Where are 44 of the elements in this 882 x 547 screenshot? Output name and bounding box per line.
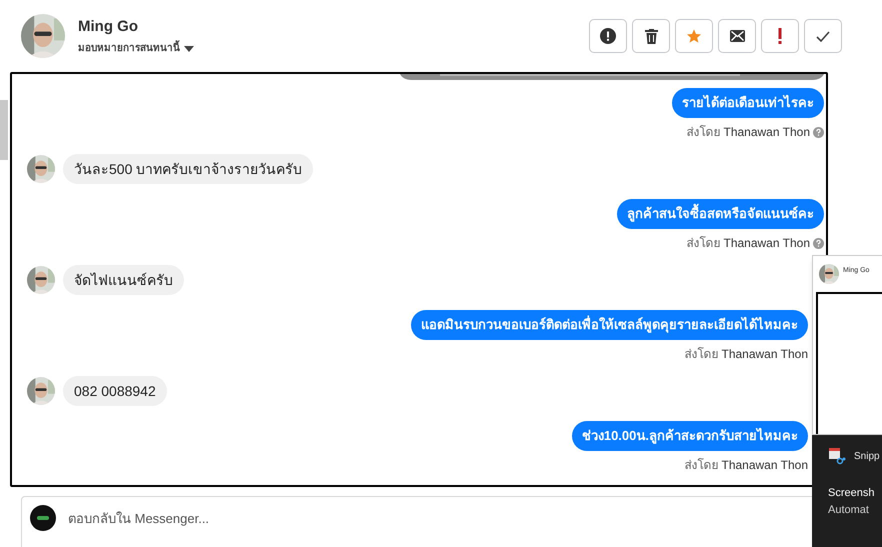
mail-icon <box>730 30 744 42</box>
page-avatar <box>30 505 56 531</box>
sent-by-label: ส่งโดย <box>684 458 718 472</box>
customer-avatar <box>27 266 55 294</box>
check-button[interactable] <box>804 19 842 53</box>
outgoing-message: รายได้ต่อเดือนเท่าไรคะ <box>672 88 824 118</box>
sender-name: Thanawan Thon <box>723 125 810 139</box>
star-icon <box>686 28 702 44</box>
outgoing-message: ช่วง10.00น.ลูกค้าสะดวกรับสายไหมคะ <box>572 421 808 451</box>
sender-name: Thanawan Thon <box>723 236 810 250</box>
trash-button[interactable] <box>632 19 670 53</box>
sender-name: Thanawan Thon <box>721 347 808 361</box>
alert-icon <box>600 28 616 44</box>
reply-input[interactable]: ตอบกลับใน Messenger... <box>68 509 468 528</box>
important-button[interactable] <box>761 19 799 53</box>
incoming-message: 082 0088942 <box>63 376 167 406</box>
alert-button[interactable] <box>589 19 627 53</box>
notification-app-name: Snipp <box>854 450 880 464</box>
customer-avatar <box>27 155 55 183</box>
mail-button[interactable] <box>718 19 756 53</box>
sender-name: Thanawan Thon <box>721 458 808 472</box>
scissors-app-icon <box>828 447 846 465</box>
help-icon <box>813 238 824 248</box>
help-icon <box>813 126 824 138</box>
incoming-message: วันละ500 บาทครับเขาจ้างรายวันครับ <box>63 154 314 184</box>
notification-body: Automat <box>828 502 870 518</box>
notification-title: Screensh <box>828 486 876 501</box>
check-icon <box>816 30 830 42</box>
outgoing-message: ลูกค้าสนใจซื้อสดหรือจัดแนนซ์คะ <box>617 199 824 229</box>
sent-by-label: ส่งโดย <box>684 347 718 361</box>
trash-icon <box>644 28 658 44</box>
customer-avatar <box>27 377 55 405</box>
scrollbar-thumb[interactable] <box>0 100 8 160</box>
assign-dropdown[interactable]: มอบหมายการสนทนานี้ <box>78 41 194 56</box>
incoming-message: จัดไฟแนนซ์ครับ <box>63 265 184 295</box>
exclamation-icon <box>778 28 782 44</box>
outgoing-message: แอดมินรบกวนขอเบอร์ติดต่อเพื่อให้เซลล์พูดคุยรายละเอียดได้ไหมคะ <box>411 310 808 340</box>
popup-avatar <box>819 264 839 284</box>
profile-avatar <box>21 14 65 58</box>
contact-name: Ming Go <box>78 16 139 37</box>
caret-icon <box>184 46 194 52</box>
sent-by-label: ส่งโดย <box>686 236 720 250</box>
star-button[interactable] <box>675 19 713 53</box>
sent-by-label: ส่งโดย <box>686 125 720 139</box>
